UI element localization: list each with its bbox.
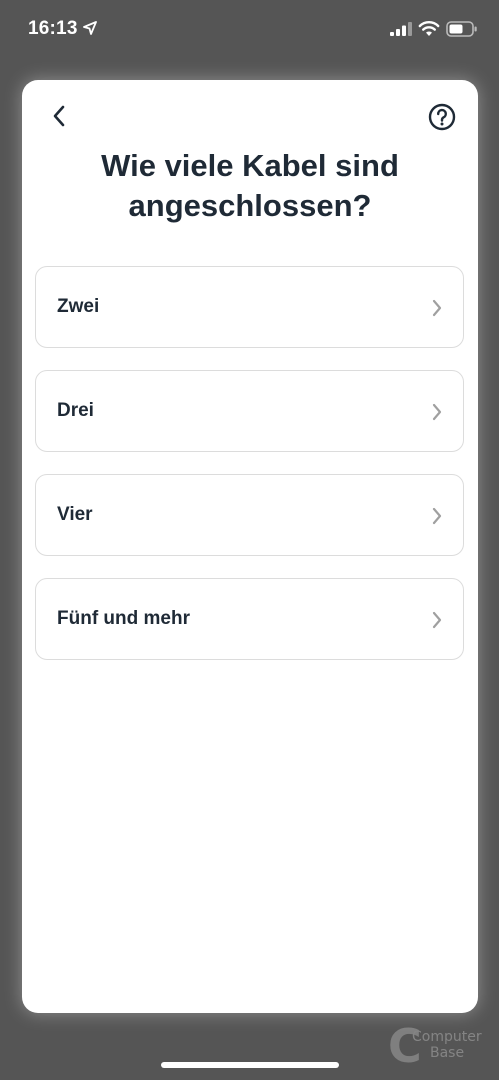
watermark-line2: Base	[430, 1045, 465, 1061]
home-indicator[interactable]	[161, 1062, 339, 1068]
option-label: Drei	[57, 400, 94, 421]
question-card: Wie viele Kabel sind angeschlossen? Zwei…	[22, 80, 478, 1013]
question-circle-icon[interactable]	[428, 103, 456, 131]
signal-icon	[390, 22, 412, 36]
battery-icon	[446, 21, 477, 37]
option-zwei[interactable]: Zwei	[35, 266, 464, 348]
option-fuenf-und-mehr[interactable]: Fünf und mehr	[35, 578, 464, 660]
status-bar: 16:13	[0, 0, 499, 60]
chevron-left-icon	[53, 105, 65, 127]
option-vier[interactable]: Vier	[35, 474, 464, 556]
app-screen: 16:13 Wie viele Kabel sind angeschlossen…	[0, 0, 499, 1080]
status-time: 16:13	[28, 18, 78, 39]
watermark-line1: Computer	[412, 1029, 482, 1045]
page-title: Wie viele Kabel sind angeschlossen?	[101, 148, 399, 223]
option-list: Zwei Drei Vier Fünf und mehr	[35, 266, 464, 682]
chevron-right-icon	[432, 507, 442, 525]
option-label: Fünf und mehr	[57, 608, 190, 629]
back-button[interactable]	[46, 103, 72, 129]
chevron-right-icon	[432, 403, 442, 421]
watermark-logo: C Computer Base	[388, 1023, 492, 1069]
wifi-icon	[418, 21, 440, 36]
chevron-right-icon	[432, 299, 442, 317]
option-label: Zwei	[57, 296, 100, 317]
chevron-right-icon	[432, 611, 442, 629]
option-drei[interactable]: Drei	[35, 370, 464, 452]
location-arrow-icon	[83, 21, 97, 35]
option-label: Vier	[57, 504, 93, 525]
